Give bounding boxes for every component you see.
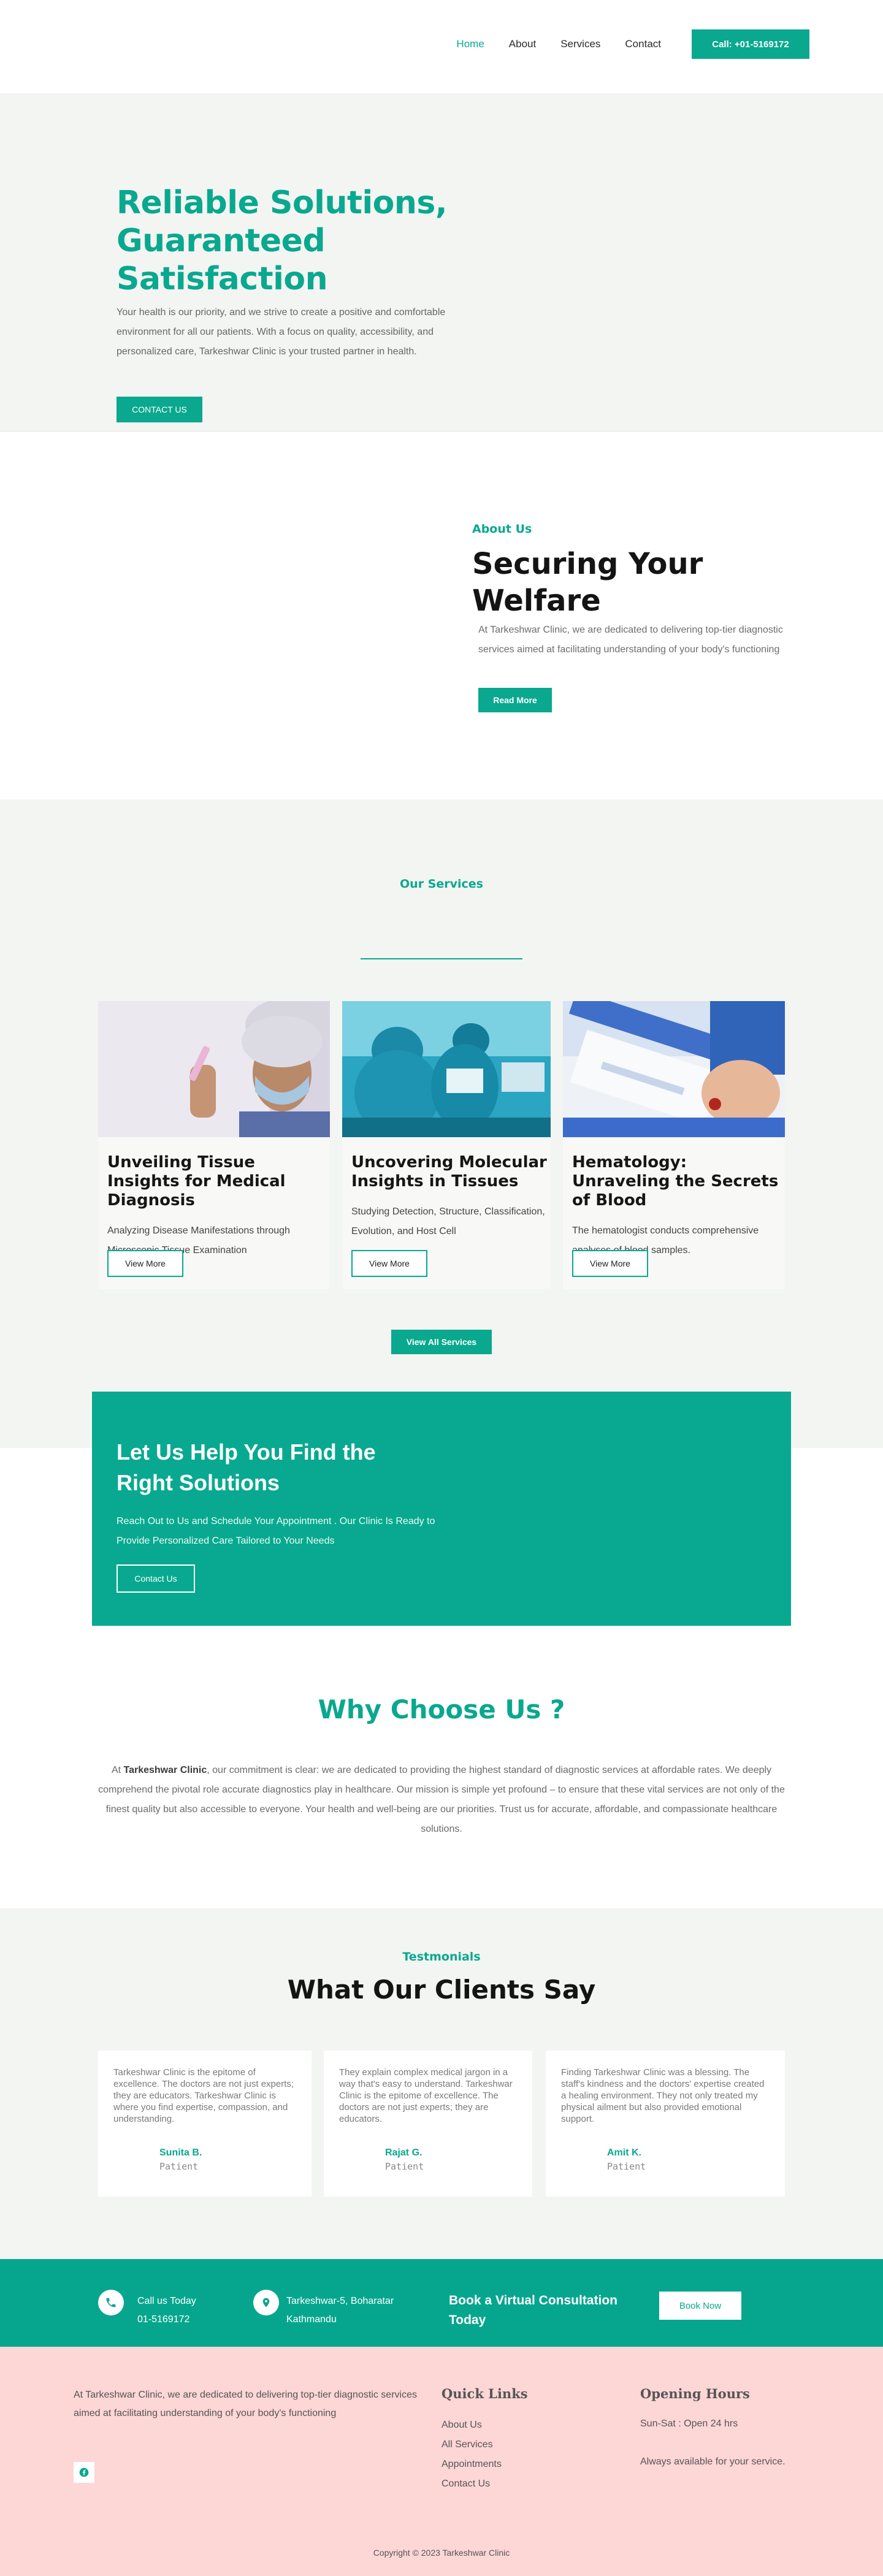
service-card-title: Uncovering Molecular Insights in Tissues bbox=[351, 1153, 547, 1191]
testimonial-card: They explain complex medical jargon in a… bbox=[324, 2051, 532, 2197]
footer-about-text: At Tarkeshwar Clinic, we are dedicated t… bbox=[74, 2390, 417, 2418]
call-title: Call us Today bbox=[137, 2296, 196, 2306]
about-title: Securing Your Welfare bbox=[472, 547, 703, 618]
call-button[interactable]: Call: +01-5169172 bbox=[692, 29, 809, 59]
view-more-button[interactable]: View More bbox=[107, 1250, 183, 1277]
hours-line-2: Always available for your service. bbox=[640, 2456, 786, 2467]
contact-strip: Call us Today 01-5169172 Tarkeshwar-5, B… bbox=[0, 2259, 883, 2347]
footer-link-contact[interactable]: Contact Us bbox=[442, 2474, 502, 2494]
hero-title: Reliable Solutions, Guaranteed Satisfact… bbox=[117, 185, 448, 297]
about-section: About Us Securing Your Welfare At Tarkes… bbox=[0, 432, 883, 799]
view-more-button[interactable]: View More bbox=[572, 1250, 648, 1277]
why-title: Why Choose Us ? bbox=[318, 1694, 565, 1724]
call-number[interactable]: 01-5169172 bbox=[137, 2311, 196, 2329]
service-card-title: Unveiling Tissue Insights for Medical Di… bbox=[107, 1153, 286, 1210]
address-info: Tarkeshwar-5, Boharatar Kathmandu bbox=[286, 2292, 394, 2329]
quick-links-list: About Us All Services Appointments Conta… bbox=[442, 2415, 502, 2494]
blood-test-image bbox=[563, 1001, 785, 1137]
nav-about-link[interactable]: About bbox=[509, 38, 536, 50]
read-more-button[interactable]: Read More bbox=[478, 688, 552, 712]
hero-section: Reliable Solutions, Guaranteed Satisfact… bbox=[0, 93, 883, 432]
hero-text: Your health is our priority, and we stri… bbox=[117, 307, 446, 357]
opening-hours-title: Opening Hours bbox=[640, 2386, 750, 2401]
testimonials-section: Testmonials What Our Clients Say Tarkesh… bbox=[0, 1908, 883, 2259]
testimonial-role: Patient bbox=[159, 2161, 199, 2172]
testimonials-title: What Our Clients Say bbox=[287, 1975, 596, 2005]
virtual-consultation-text: Book a Virtual Consultation Today bbox=[449, 2293, 617, 2327]
testimonial-text: Tarkeshwar Clinic is the epitome of exce… bbox=[113, 2067, 294, 2124]
service-card: Unveiling Tissue Insights for Medical Di… bbox=[98, 1001, 330, 1289]
nav-services-link[interactable]: Services bbox=[560, 38, 600, 50]
quick-links-title: Quick Links bbox=[442, 2386, 528, 2401]
location-pin-icon bbox=[253, 2290, 279, 2315]
testimonial-text: Finding Tarkeshwar Clinic was a blessing… bbox=[561, 2067, 765, 2124]
facebook-icon[interactable] bbox=[74, 2462, 94, 2483]
view-more-button[interactable]: View More bbox=[351, 1250, 427, 1277]
testimonial-text: They explain complex medical jargon in a… bbox=[339, 2067, 513, 2124]
call-info: Call us Today 01-5169172 bbox=[137, 2292, 196, 2329]
service-card-text: Studying Detection, Structure, Classific… bbox=[351, 1206, 545, 1237]
services-eyebrow: Our Services bbox=[400, 877, 483, 891]
testimonial-name: Sunita B. bbox=[159, 2147, 202, 2158]
tissue-lab-image bbox=[98, 1001, 330, 1137]
service-card-title: Hematology: Unraveling the Secrets of Bl… bbox=[572, 1153, 779, 1210]
testimonial-role: Patient bbox=[385, 2161, 424, 2172]
testimonial-name: Rajat G. bbox=[385, 2147, 422, 2158]
address-line-1: Tarkeshwar-5, Boharatar bbox=[286, 2296, 394, 2306]
testimonial-card: Finding Tarkeshwar Clinic was a blessing… bbox=[546, 2051, 785, 2197]
services-section: Our Services Unveiling Tissue Insights f… bbox=[0, 799, 883, 1448]
copyright: Copyright © 2023 Tarkeshwar Clinic bbox=[373, 2548, 510, 2558]
book-now-button[interactable]: Book Now bbox=[659, 2292, 741, 2320]
testimonial-role: Patient bbox=[607, 2161, 646, 2172]
site-header: Home About Services Contact Call: +01-51… bbox=[0, 0, 883, 93]
site-footer: At Tarkeshwar Clinic, we are dedicated t… bbox=[0, 2347, 883, 2576]
footer-link-services[interactable]: All Services bbox=[442, 2435, 502, 2455]
about-text: At Tarkeshwar Clinic, we are dedicated t… bbox=[478, 625, 783, 655]
nav-contact-link[interactable]: Contact bbox=[625, 38, 661, 50]
footer-link-about[interactable]: About Us bbox=[442, 2415, 502, 2435]
testimonials-eyebrow: Testmonials bbox=[402, 1950, 481, 1964]
nav-home-link[interactable]: Home bbox=[456, 38, 484, 50]
service-card: Hematology: Unraveling the Secrets of Bl… bbox=[563, 1001, 785, 1289]
address-line-2: Kathmandu bbox=[286, 2314, 337, 2325]
view-all-services-button[interactable]: View All Services bbox=[391, 1330, 492, 1354]
services-divider bbox=[361, 958, 522, 959]
molecular-lab-image bbox=[342, 1001, 551, 1137]
why-text-bold: Tarkeshwar Clinic bbox=[123, 1765, 207, 1775]
about-eyebrow: About Us bbox=[472, 522, 532, 536]
hours-line-1: Sun-Sat : Open 24 hrs bbox=[640, 2418, 738, 2429]
footer-link-appointments[interactable]: Appointments bbox=[442, 2455, 502, 2474]
service-card: Uncovering Molecular Insights in Tissues… bbox=[342, 1001, 551, 1289]
testimonial-name: Amit K. bbox=[607, 2147, 641, 2158]
main-nav: Home About Services Contact Call: +01-51… bbox=[456, 29, 809, 59]
phone-icon bbox=[98, 2290, 124, 2315]
testimonial-card: Tarkeshwar Clinic is the epitome of exce… bbox=[98, 2051, 312, 2197]
hero-contact-button[interactable]: CONTACT US bbox=[117, 397, 202, 422]
opening-hours: Sun-Sat : Open 24 hrs Always available f… bbox=[640, 2414, 786, 2472]
why-text: At Tarkeshwar Clinic, our commitment is … bbox=[98, 1761, 785, 1839]
why-text-pre: At bbox=[111, 1765, 124, 1775]
why-section: Why Choose Us ? At Tarkeshwar Clinic, ou… bbox=[0, 1448, 883, 1907]
